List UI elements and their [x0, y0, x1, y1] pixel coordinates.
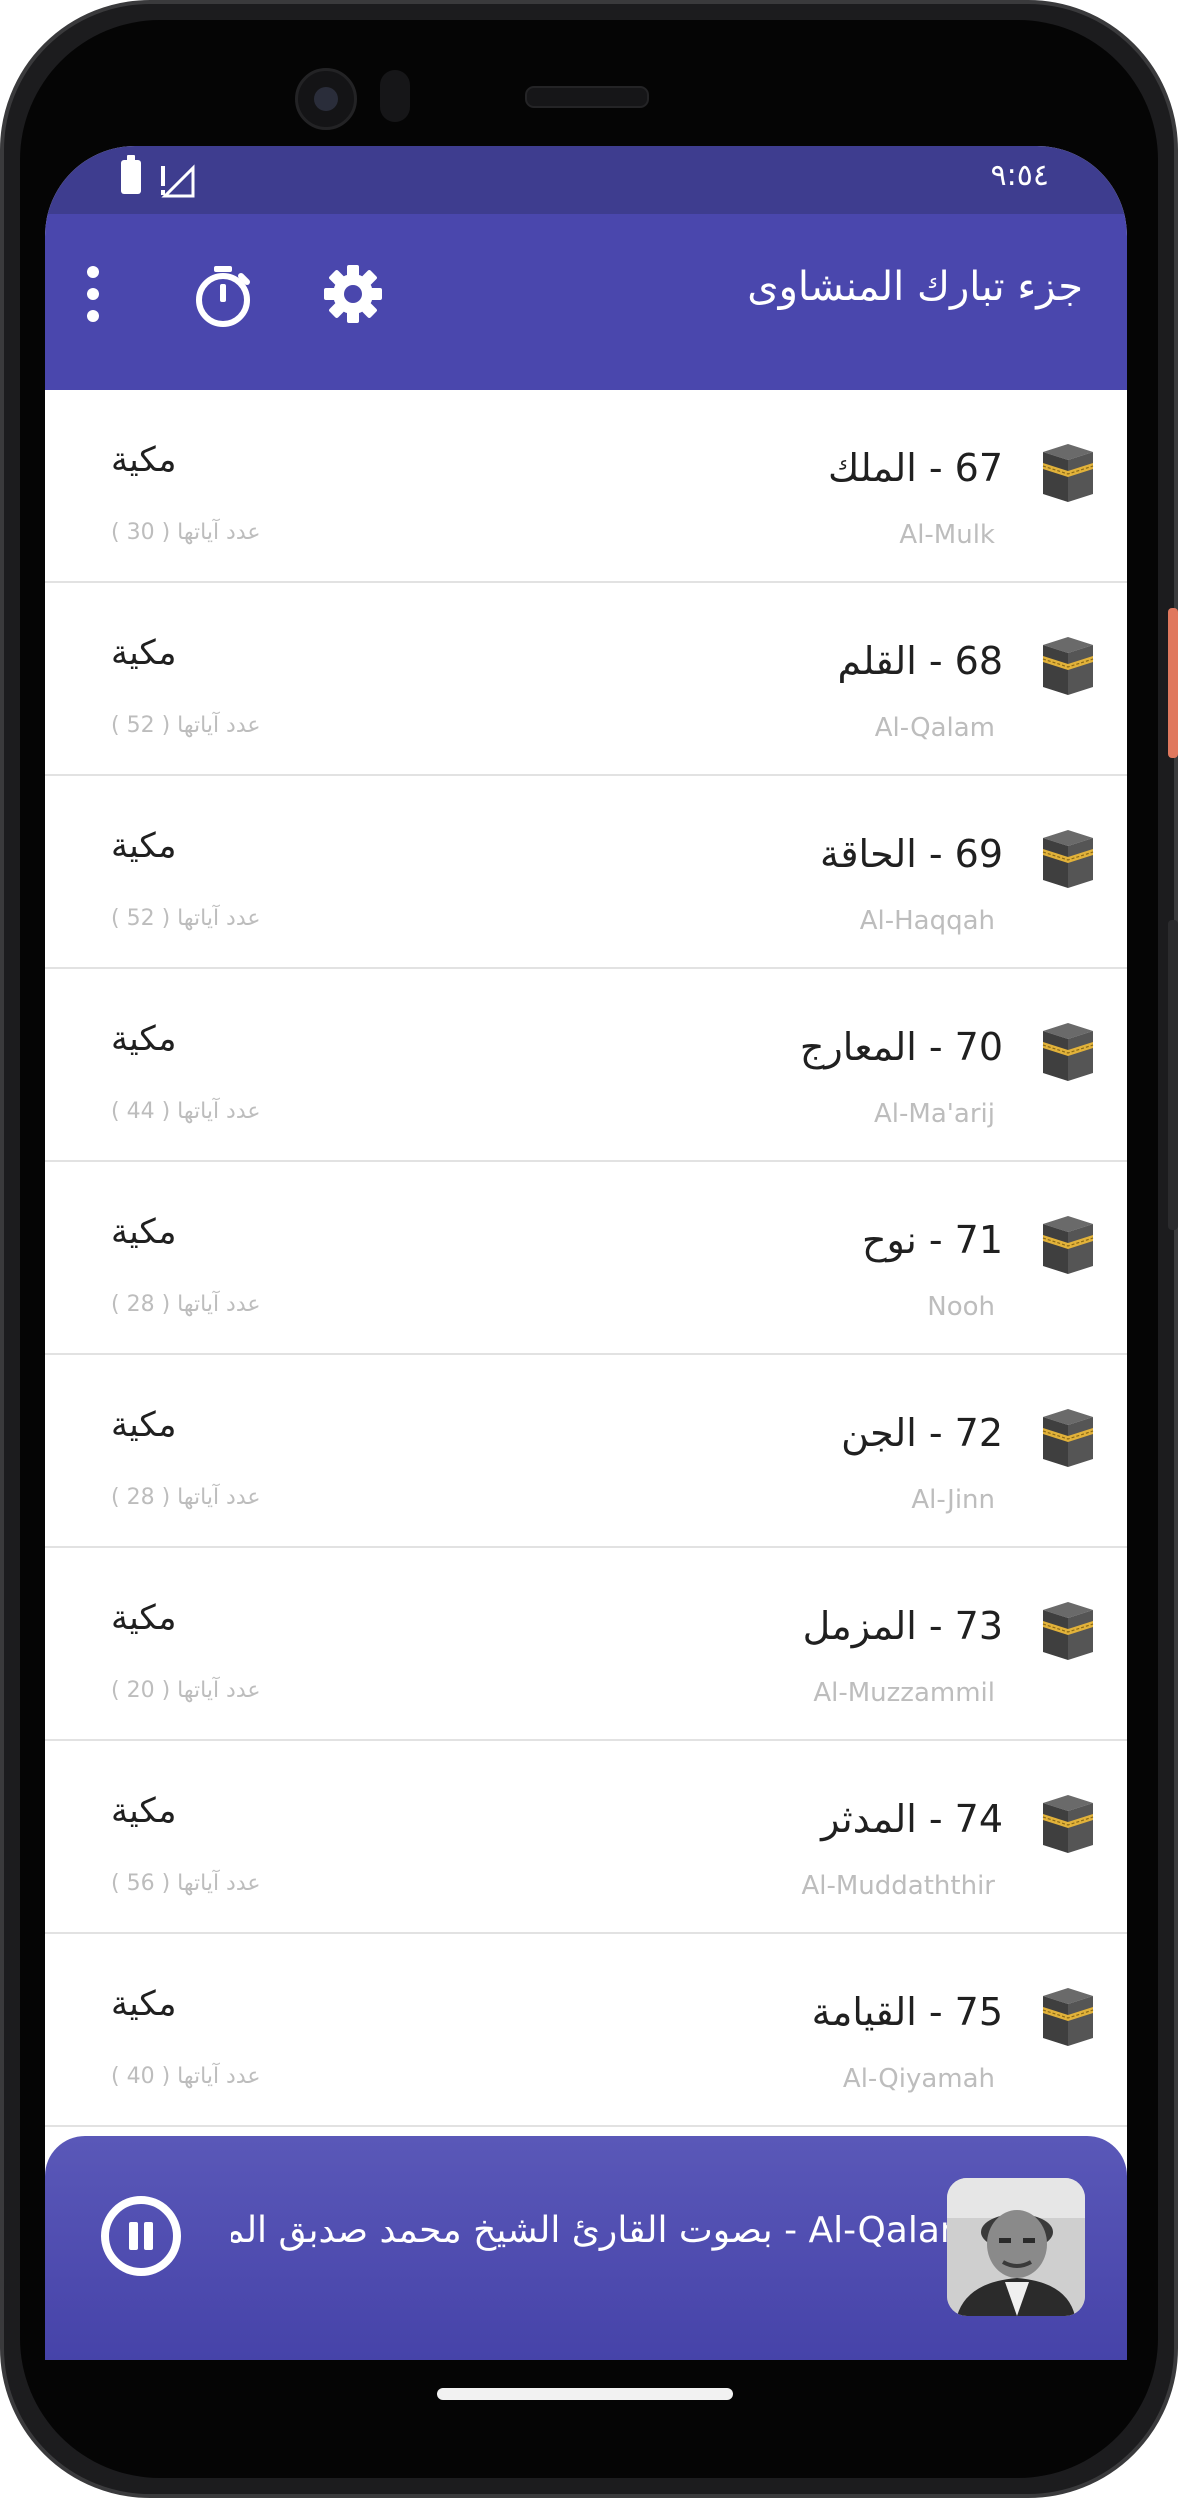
surah-name: 70 - المعارج	[799, 1025, 1003, 1069]
verse-count: عدد آياتها ( 28 )	[111, 1485, 261, 1510]
surah-name: 75 - القيامة	[811, 1990, 1003, 2034]
revelation-type: مكية	[111, 1791, 177, 1831]
kaaba-icon	[1035, 1791, 1101, 1857]
surah-latin-name: Al-Muddaththir	[801, 1871, 995, 1901]
timer-icon[interactable]	[193, 264, 253, 328]
surah-row[interactable]: 68 - القلم Al-Qalam مكية عدد آياتها ( 52 )	[45, 583, 1127, 776]
revelation-type: مكية	[111, 633, 177, 673]
revelation-type: مكية	[111, 1019, 177, 1059]
app-bar: جزء تبارك المنشاوى	[45, 214, 1127, 390]
surah-name: 72 - الجن	[841, 1411, 1003, 1455]
surah-name: 69 - الحاقة	[819, 832, 1003, 876]
pause-button[interactable]	[101, 2196, 181, 2276]
reciter-avatar	[947, 2178, 1085, 2316]
now-playing-marquee: Al-Qalam - بصوت القارئ الشيخ محمد صدبق ا…	[231, 2206, 975, 2266]
kaaba-icon	[1035, 1984, 1101, 2050]
surah-list: 67 - الملك Al-Mulk مكية عدد آياتها ( 30 ) 68…	[45, 390, 1127, 2127]
verse-count: عدد آياتها ( 20 )	[111, 1678, 261, 1703]
revelation-type: مكية	[111, 1598, 177, 1638]
surah-row[interactable]: 74 - المدثر Al-Muddaththir مكية عدد آياتها …	[45, 1741, 1127, 1934]
surah-name: 68 - القلم	[837, 639, 1003, 683]
proximity-sensor	[380, 70, 410, 122]
front-camera	[295, 68, 357, 130]
surah-latin-name: Al-Ma'arij	[874, 1099, 995, 1129]
surah-latin-name: Al-Muzzammil	[813, 1678, 995, 1708]
verse-count: عدد آياتها ( 44 )	[111, 1099, 261, 1124]
verse-count: عدد آياتها ( 28 )	[111, 1292, 261, 1317]
surah-latin-name: Al-Qalam	[874, 713, 995, 743]
surah-row[interactable]: 67 - الملك Al-Mulk مكية عدد آياتها ( 30 )	[45, 390, 1127, 583]
kaaba-icon	[1035, 1212, 1101, 1278]
surah-row[interactable]: 73 - المزمل Al-Muzzammil مكية عدد آياتها ( …	[45, 1548, 1127, 1741]
home-indicator[interactable]	[437, 2388, 733, 2400]
revelation-type: مكية	[111, 1212, 177, 1252]
verse-count: عدد آياتها ( 52 )	[111, 906, 261, 931]
settings-gear-icon[interactable]	[323, 264, 383, 324]
kaaba-icon	[1035, 633, 1101, 699]
kaaba-icon	[1035, 1019, 1101, 1085]
kaaba-icon	[1035, 1598, 1101, 1664]
revelation-type: مكية	[111, 440, 177, 480]
surah-row[interactable]: 69 - الحاقة Al-Haqqah مكية عدد آياتها ( 52 …	[45, 776, 1127, 969]
surah-latin-name: Al-Jinn	[911, 1485, 995, 1515]
status-time: ٩:٥٤	[990, 158, 1049, 193]
verse-count: عدد آياتها ( 40 )	[111, 2064, 261, 2089]
status-bar: ٩:٥٤	[45, 146, 1127, 214]
verse-count: عدد آياتها ( 56 )	[111, 1871, 261, 1896]
no-signal-icon	[161, 164, 195, 198]
now-playing-text: Al-Qalam - بصوت القارئ الشيخ محمد صدبق ا…	[231, 2210, 975, 2251]
revelation-type: مكية	[111, 1984, 177, 2024]
app-screen: ٩:٥٤ جزء تبارك المنشاوى 67 - الملك Al-Mu…	[45, 146, 1127, 2360]
kaaba-icon	[1035, 826, 1101, 892]
player-bar[interactable]: Al-Qalam - بصوت القارئ الشيخ محمد صدبق ا…	[45, 2136, 1127, 2360]
kaaba-icon	[1035, 1405, 1101, 1471]
surah-latin-name: Al-Qiyamah	[842, 2064, 995, 2094]
more-options-icon[interactable]	[85, 266, 101, 326]
surah-name: 67 - الملك	[828, 446, 1003, 490]
surah-name: 74 - المدثر	[821, 1797, 1003, 1841]
surah-row[interactable]: 72 - الجن Al-Jinn مكية عدد آياتها ( 28 )	[45, 1355, 1127, 1548]
pause-icon-bar	[144, 2222, 153, 2250]
surah-row[interactable]: 70 - المعارج Al-Ma'arij مكية عدد آياتها ( 4…	[45, 969, 1127, 1162]
reciter-photo	[947, 2178, 1085, 2316]
surah-name: 71 - نوح	[862, 1218, 1003, 1262]
revelation-type: مكية	[111, 1405, 177, 1445]
surah-latin-name: Nooh	[927, 1292, 995, 1322]
earpiece-speaker	[525, 86, 649, 108]
verse-count: عدد آياتها ( 52 )	[111, 713, 261, 738]
power-button	[1168, 608, 1178, 758]
pause-icon	[129, 2222, 138, 2250]
surah-row[interactable]: 71 - نوح Nooh مكية عدد آياتها ( 28 )	[45, 1162, 1127, 1355]
volume-button	[1168, 920, 1178, 1230]
surah-row[interactable]: 75 - القيامة Al-Qiyamah مكية عدد آياتها ( 4…	[45, 1934, 1127, 2127]
kaaba-icon	[1035, 440, 1101, 506]
page-title: جزء تبارك المنشاوى	[747, 264, 1083, 310]
revelation-type: مكية	[111, 826, 177, 866]
surah-name: 73 - المزمل	[802, 1604, 1003, 1648]
surah-latin-name: Al-Mulk	[899, 520, 995, 550]
surah-latin-name: Al-Haqqah	[859, 906, 995, 936]
battery-icon	[121, 155, 141, 194]
verse-count: عدد آياتها ( 30 )	[111, 520, 261, 545]
